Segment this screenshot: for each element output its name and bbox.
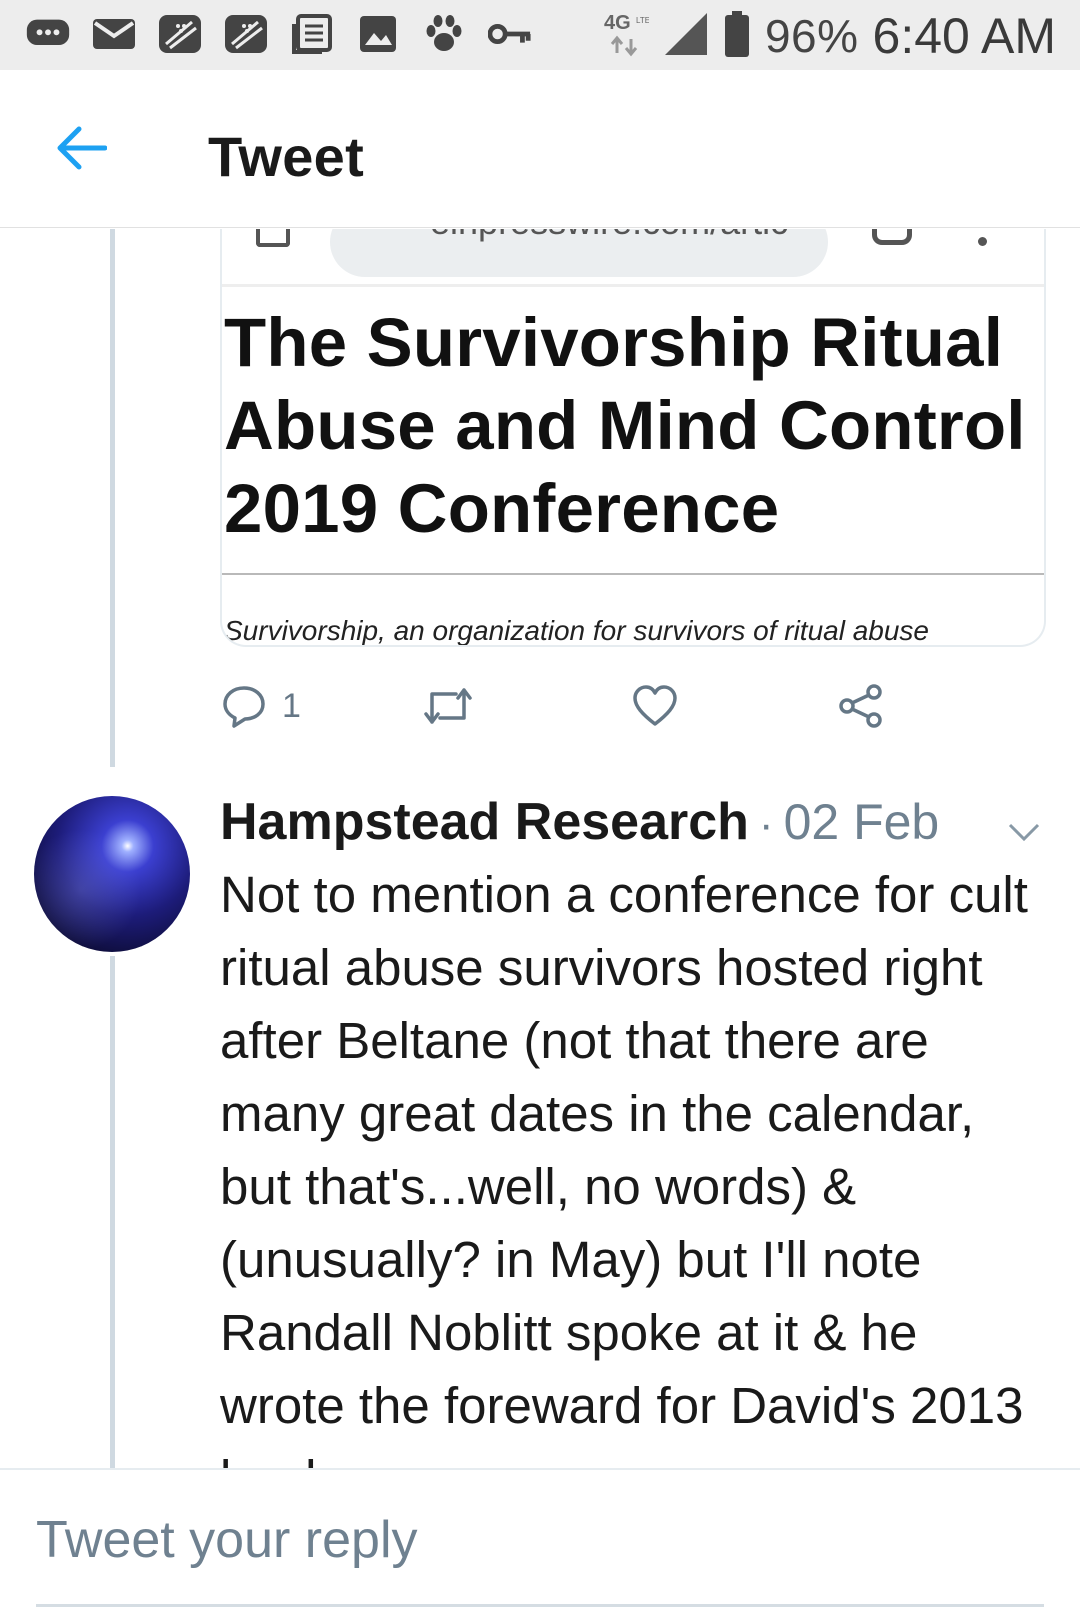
reply-icon [223,686,265,728]
tweet-text: Not to mention a conference for cult rit… [220,866,1028,1507]
reply-underline [36,1604,1044,1607]
svg-text:LTE: LTE [636,16,649,25]
chevron-down-icon [1008,823,1040,842]
back-button[interactable] [46,116,116,180]
image-icon [356,14,400,54]
status-bar: 4G LTE 96% 6:40 AM [0,0,1080,70]
message-bubble-icon [26,14,70,54]
mail-icon [92,14,136,54]
paw-icon [422,14,466,54]
divider [222,573,1044,575]
overflow-menu-icon [978,237,987,246]
tweet-date: 02 Feb [783,794,940,850]
signal-icon [663,11,709,62]
key-icon [488,14,532,54]
page-title: Tweet [208,125,365,188]
retweet-icon [424,688,472,724]
arrow-left-icon [57,126,107,170]
battery-icon [723,10,751,63]
embedded-browser-bar: einpresswire.com/artic [222,229,1044,287]
news-icon [290,14,334,54]
reply-bar [0,1468,1080,1620]
share-button[interactable] [838,680,884,732]
article-snippet: Survivorship, an organization for surviv… [224,615,930,646]
clock: 6:40 AM [872,8,1056,64]
status-right: 4G LTE 96% 6:40 AM [603,6,1056,66]
reply-count: 1 [282,686,301,725]
article-headline: The Survivorship Ritual Abuse and Mind C… [224,304,1026,547]
link-preview-card[interactable]: einpresswire.com/artic The Survivorship … [220,229,1046,647]
header-separator: · [758,800,774,849]
avatar[interactable] [34,796,190,952]
blackberry-icon [158,14,202,54]
author-name[interactable]: Hampstead Research [220,793,749,851]
tweet-options-button[interactable] [1004,816,1044,846]
home-icon [256,229,290,247]
article-url: einpresswire.com/artic [430,229,788,243]
share-icon [839,684,882,728]
like-icon [633,685,677,726]
retweet-button[interactable] [422,680,474,732]
tweet-header: Hampstead Research · 02 Feb [220,792,1040,854]
thread-line [110,956,115,1468]
thread-line [110,229,115,767]
reply-input[interactable] [36,1500,1044,1580]
top-app-bar: Tweet [0,70,1080,228]
blackberry-icon [224,14,268,54]
reply-button[interactable]: 1 [222,680,301,732]
network-4g-icon: 4G LTE [603,9,650,64]
url-pill: einpresswire.com/artic [330,229,828,277]
like-button[interactable] [632,680,678,732]
svg-text:4G: 4G [604,12,631,34]
notification-icons [26,14,532,54]
battery-percent: 96% [764,10,859,62]
tabs-icon [872,229,912,245]
tweet-actions: 1 [222,680,922,732]
